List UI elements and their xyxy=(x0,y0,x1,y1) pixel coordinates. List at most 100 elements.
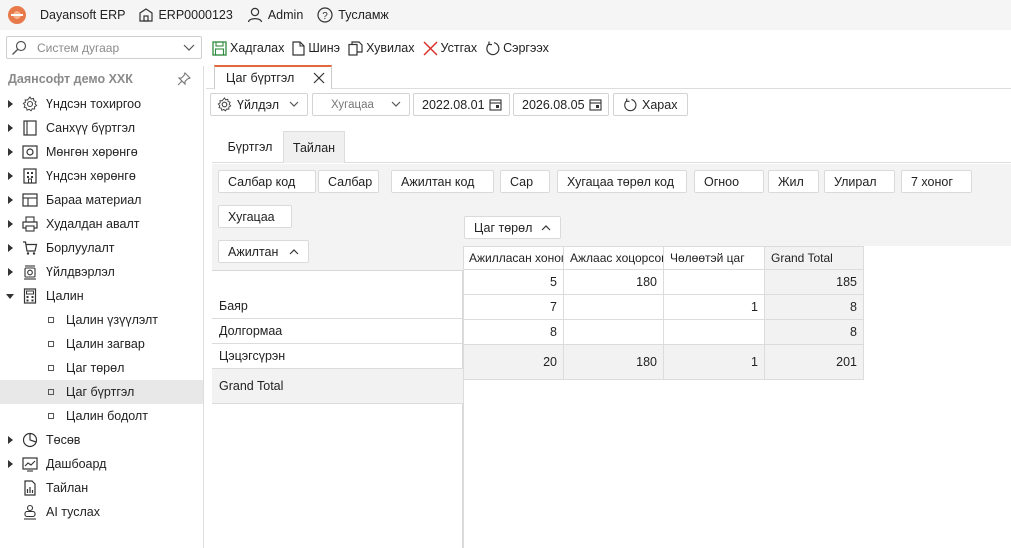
pivot-column-header[interactable]: Ажлаас хоцорсон xyxy=(564,246,664,270)
date-from-field[interactable]: 2022.08.01 xyxy=(413,93,510,116)
ai-icon xyxy=(22,504,38,520)
pivot-cell[interactable]: 7 xyxy=(463,295,564,320)
pivot-field-3[interactable]: Ажилтан код xyxy=(391,170,494,193)
pivot-field-6[interactable]: Огноо xyxy=(694,170,764,193)
company-title: Даянсофт демо ХХК xyxy=(0,66,203,92)
pivot-field-1[interactable]: Салбар код xyxy=(218,170,316,193)
sidebar-bottom-item-2[interactable]: Дашбоард xyxy=(0,452,203,476)
pivot-cell[interactable]: 1 xyxy=(664,295,765,320)
pivot-total-cell[interactable]: 20 xyxy=(463,345,564,380)
sidebar-subitem-3[interactable]: Цаг төрөл xyxy=(0,356,203,380)
bullet-icon xyxy=(48,341,54,347)
pivot-row-header[interactable]: Баяр xyxy=(212,294,463,319)
sidebar-item-label: Худалдан авалт xyxy=(46,217,140,231)
sidebar-item-8[interactable]: Үйлдвэрлэл xyxy=(0,260,203,284)
expand-right-icon[interactable] xyxy=(8,460,13,468)
copy-icon xyxy=(348,40,363,56)
row-field-employee[interactable]: Ажилтан xyxy=(218,240,309,263)
sidebar-subitem-5[interactable]: Цалин бодолт xyxy=(0,404,203,428)
pivot-row-header[interactable]: Цэцэгсүрэн xyxy=(212,344,463,369)
bullet-icon xyxy=(48,317,54,323)
pivot-field-4[interactable]: Сар xyxy=(500,170,550,193)
calendar-icon[interactable] xyxy=(489,98,502,111)
pivot-field-2[interactable]: Салбар xyxy=(318,170,379,193)
pivot-total-cell[interactable]: 180 xyxy=(564,345,664,380)
chevron-down-icon[interactable] xyxy=(183,44,195,52)
expand-right-icon[interactable] xyxy=(8,268,13,276)
operation-dropdown[interactable]: Үйлдэл xyxy=(210,93,308,116)
sidebar-bottom-item-1[interactable]: Төсөв xyxy=(0,428,203,452)
sidebar-item-1[interactable]: Үндсэн тохиргоо xyxy=(0,92,203,116)
chevron-up-icon[interactable] xyxy=(289,248,299,255)
new-button[interactable]: Шинэ xyxy=(292,40,340,56)
expand-right-icon[interactable] xyxy=(8,124,13,132)
pivot-cell[interactable] xyxy=(664,270,765,295)
sidebar-item-7[interactable]: Борлуулалт xyxy=(0,236,203,260)
pivot-cell[interactable] xyxy=(564,295,664,320)
pivot-cell[interactable]: 8 xyxy=(765,320,864,345)
save-button[interactable]: Хадгалах xyxy=(212,40,284,56)
sidebar-item-3[interactable]: Мөнгөн хөрөнгө xyxy=(0,140,203,164)
pivot-field-10[interactable]: Хугацаа xyxy=(218,205,292,228)
sidebar-subitem-2[interactable]: Цалин загвар xyxy=(0,332,203,356)
expand-right-icon[interactable] xyxy=(8,100,13,108)
pivot-cell[interactable]: 5 xyxy=(463,270,564,295)
user-menu[interactable]: Admin xyxy=(247,7,303,23)
pivot-cell[interactable]: 180 xyxy=(564,270,664,295)
sidebar-item-6[interactable]: Худалдан авалт xyxy=(0,212,203,236)
sidebar-item-2[interactable]: Санхүү бүртгэл xyxy=(0,116,203,140)
pivot-cell[interactable] xyxy=(564,320,664,345)
pivot-column-header[interactable]: Ажилласан хоног xyxy=(463,246,564,270)
copy-button[interactable]: Хувилах xyxy=(348,40,415,56)
database-selector[interactable]: ERP0000123 xyxy=(139,8,233,22)
doc-tab-time-register[interactable]: Цаг бүртгэл xyxy=(214,65,332,89)
calendar-icon[interactable] xyxy=(589,98,602,111)
sidebar-item-label: Үйлдвэрлэл xyxy=(46,265,115,279)
pivot-field-9[interactable]: 7 хоног xyxy=(901,170,972,193)
expand-right-icon[interactable] xyxy=(8,220,13,228)
toolbar: Хадгалах Шинэ Хувилах Устгах Сэргээх xyxy=(212,37,557,59)
navigation-sidebar: Даянсофт демо ХХК Үндсэн тохиргоо Санхүү … xyxy=(0,66,204,548)
report-icon xyxy=(22,480,38,496)
date-to-field[interactable]: 2026.08.05 xyxy=(513,93,609,116)
sidebar-bottom-item-3[interactable]: Тайлан xyxy=(0,476,203,500)
expand-right-icon[interactable] xyxy=(8,196,13,204)
pivot-cell[interactable] xyxy=(664,320,765,345)
pivot-cell[interactable]: 185 xyxy=(765,270,864,295)
tab-report[interactable]: Тайлан xyxy=(283,131,345,163)
sidebar-item-label: Цалин xyxy=(46,289,84,303)
expand-right-icon[interactable] xyxy=(8,436,13,444)
sidebar-item-4[interactable]: Үндсэн хөрөнгө xyxy=(0,164,203,188)
expand-right-icon[interactable] xyxy=(8,148,13,156)
pivot-total-cell[interactable]: 201 xyxy=(765,345,864,380)
expand-down-icon[interactable] xyxy=(6,294,14,299)
system-number-search[interactable]: Систем дугаар xyxy=(6,36,202,59)
view-button[interactable]: Харах xyxy=(613,93,688,116)
pivot-field-8[interactable]: Улирал xyxy=(824,170,895,193)
sidebar-subitem-1[interactable]: Цалин үзүүлэлт xyxy=(0,308,203,332)
pivot-column-header[interactable]: Grand Total xyxy=(765,246,864,270)
refresh-button[interactable]: Сэргээх xyxy=(485,41,549,56)
factory-icon xyxy=(22,264,38,280)
pivot-cell[interactable]: 8 xyxy=(463,320,564,345)
sidebar-bottom-item-4[interactable]: AI туслах xyxy=(0,500,203,524)
column-field-time-type[interactable]: Цаг төрөл xyxy=(464,216,561,239)
help-button[interactable]: ? Тусламж xyxy=(317,7,389,23)
chevron-up-icon[interactable] xyxy=(541,224,551,231)
close-icon[interactable] xyxy=(312,71,326,85)
expand-right-icon[interactable] xyxy=(8,172,13,180)
pin-icon[interactable] xyxy=(177,72,191,86)
sidebar-item-5[interactable]: Бараа материал xyxy=(0,188,203,212)
sidebar-item-9[interactable]: Цалин xyxy=(0,284,203,308)
delete-button[interactable]: Устгах xyxy=(422,40,477,56)
expand-right-icon[interactable] xyxy=(8,244,13,252)
sidebar-subitem-4[interactable]: Цаг бүртгэл xyxy=(0,380,203,404)
tab-register[interactable]: Бүртгэл xyxy=(220,131,280,163)
period-dropdown[interactable]: Хугацаа xyxy=(312,93,410,116)
pivot-field-7[interactable]: Жил xyxy=(768,170,819,193)
pivot-column-header[interactable]: Чөлөөтэй цаг xyxy=(664,246,765,270)
pivot-field-5[interactable]: Хугацаа төрөл код xyxy=(557,170,687,193)
pivot-row-header[interactable]: Долгормаа xyxy=(212,319,463,344)
pivot-cell[interactable]: 8 xyxy=(765,295,864,320)
pivot-total-cell[interactable]: 1 xyxy=(664,345,765,380)
